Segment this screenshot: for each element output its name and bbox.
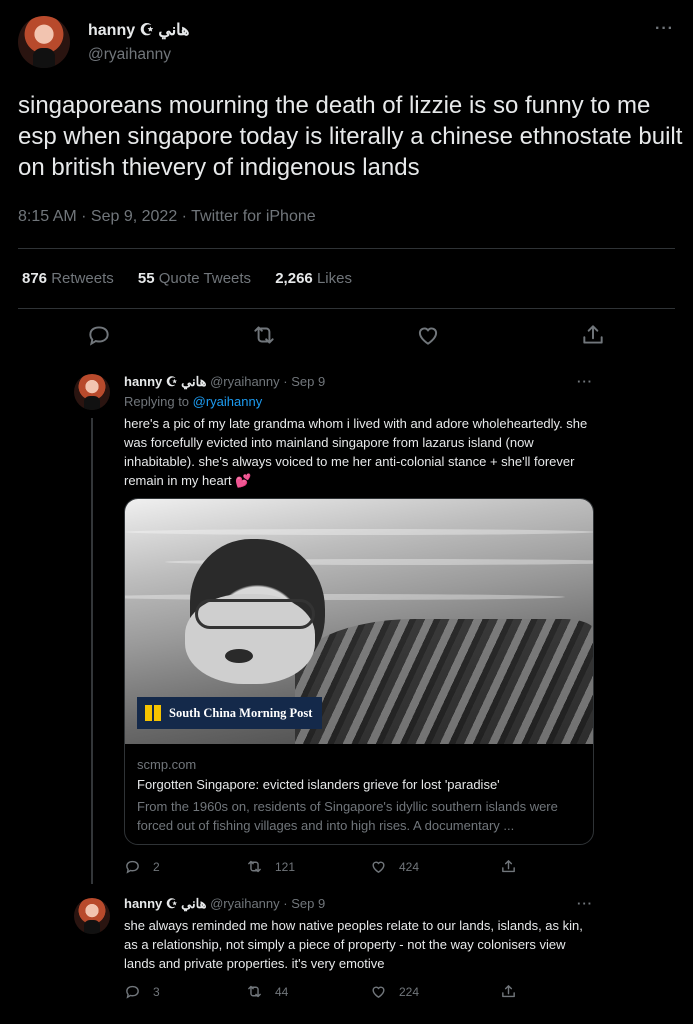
like-icon[interactable] xyxy=(415,322,445,352)
author-name[interactable]: hanny ☪ هاني xyxy=(124,896,206,911)
handle-date[interactable]: @ryaihanny · Sep 9 xyxy=(210,896,325,911)
more-options-icon[interactable]: ··· xyxy=(577,896,593,911)
retweet-icon xyxy=(248,860,261,873)
like-button[interactable]: 224 xyxy=(370,983,419,1000)
reply-text: here's a pic of my late grandma whom i l… xyxy=(124,416,588,488)
card-title: Forgotten Singapore: evicted islanders g… xyxy=(137,777,500,792)
retweets-label: Retweets xyxy=(51,270,114,287)
likes-label: Likes xyxy=(316,270,352,287)
retweet-count: 121 xyxy=(275,859,296,874)
like-icon xyxy=(372,986,385,998)
retweet-button[interactable]: 44 xyxy=(246,983,288,1000)
retweets-stat[interactable]: 876 Retweets xyxy=(22,270,114,287)
avatar[interactable] xyxy=(18,16,70,68)
reply-button[interactable]: 2 xyxy=(124,858,160,875)
scmp-logo-text: South China Morning Post xyxy=(169,705,313,720)
reply-icon xyxy=(126,860,139,874)
reply-icon[interactable] xyxy=(86,322,116,352)
reply-icon xyxy=(126,985,139,999)
replying-prefix: Replying to xyxy=(124,394,193,409)
tweet-actions xyxy=(0,322,693,356)
quote-tweets-stat[interactable]: 55 Quote Tweets xyxy=(138,270,251,287)
tweet-meta[interactable]: 8:15 AM · Sep 9, 2022 · Twitter for iPho… xyxy=(18,208,316,226)
retweet-count: 44 xyxy=(275,984,289,999)
divider xyxy=(18,248,675,249)
quotes-count: 55 xyxy=(137,270,155,287)
reply-actions: 3 44 224 xyxy=(124,983,524,1003)
quotes-label: Quote Tweets xyxy=(158,270,252,287)
author-name[interactable]: hanny ☪ هاني xyxy=(124,374,206,389)
avatar[interactable] xyxy=(74,374,110,410)
author-name[interactable]: hanny ☪ هاني xyxy=(88,20,189,40)
reply-header: hanny ☪ هاني @ryaihanny · Sep 9 xyxy=(124,374,325,390)
reply-header: hanny ☪ هاني @ryaihanny · Sep 9 xyxy=(124,896,325,912)
tweet-stats: 876 Retweets 55 Quote Tweets 2,266 Likes xyxy=(22,270,372,287)
avatar[interactable] xyxy=(74,898,110,934)
divider xyxy=(18,308,675,309)
share-button[interactable] xyxy=(500,858,517,878)
scmp-logo-mark xyxy=(145,705,161,721)
reply-button[interactable]: 3 xyxy=(124,983,160,1000)
more-options-icon[interactable]: ··· xyxy=(577,374,593,389)
card-domain: scmp.com xyxy=(137,757,197,772)
glasses-shape xyxy=(195,599,315,629)
link-card[interactable]: South China Morning Post scmp.com Forgot… xyxy=(124,498,594,845)
retweet-icon[interactable] xyxy=(251,322,281,352)
retweet-button[interactable]: 121 xyxy=(246,858,295,875)
reply-actions: 2 121 424 xyxy=(124,858,524,878)
swimsuit-shape xyxy=(295,619,593,744)
share-button[interactable] xyxy=(500,983,517,1003)
reply-text: she always reminded me how native people… xyxy=(124,918,583,971)
retweets-count: 876 xyxy=(22,270,48,287)
like-button[interactable]: 424 xyxy=(370,858,419,875)
replying-handle-link[interactable]: @ryaihanny xyxy=(193,394,263,409)
handle-date[interactable]: @ryaihanny · Sep 9 xyxy=(210,374,325,389)
likes-stat[interactable]: 2,266 Likes xyxy=(275,270,352,287)
tweet-text: singaporeans mourning the death of lizzi… xyxy=(18,92,683,181)
like-count: 424 xyxy=(399,859,420,874)
replying-to: Replying to @ryaihanny xyxy=(124,394,262,409)
retweet-icon xyxy=(248,985,261,998)
card-description: From the 1960s on, residents of Singapor… xyxy=(137,799,558,833)
card-image: South China Morning Post xyxy=(125,499,593,744)
share-icon[interactable] xyxy=(580,322,610,352)
share-icon xyxy=(502,860,515,873)
thread-line xyxy=(91,418,93,884)
mouth-shape xyxy=(225,649,253,663)
water-ripple xyxy=(125,529,593,535)
share-icon xyxy=(502,985,515,998)
scmp-logo: South China Morning Post xyxy=(137,697,323,729)
likes-count: 2,266 xyxy=(275,270,313,287)
like-icon xyxy=(372,861,385,873)
author-handle[interactable]: @ryaihanny xyxy=(88,46,171,64)
reply-count: 2 xyxy=(153,859,160,874)
reply-count: 3 xyxy=(153,984,160,999)
like-count: 224 xyxy=(399,984,420,999)
more-options-icon[interactable]: ··· xyxy=(655,20,674,38)
